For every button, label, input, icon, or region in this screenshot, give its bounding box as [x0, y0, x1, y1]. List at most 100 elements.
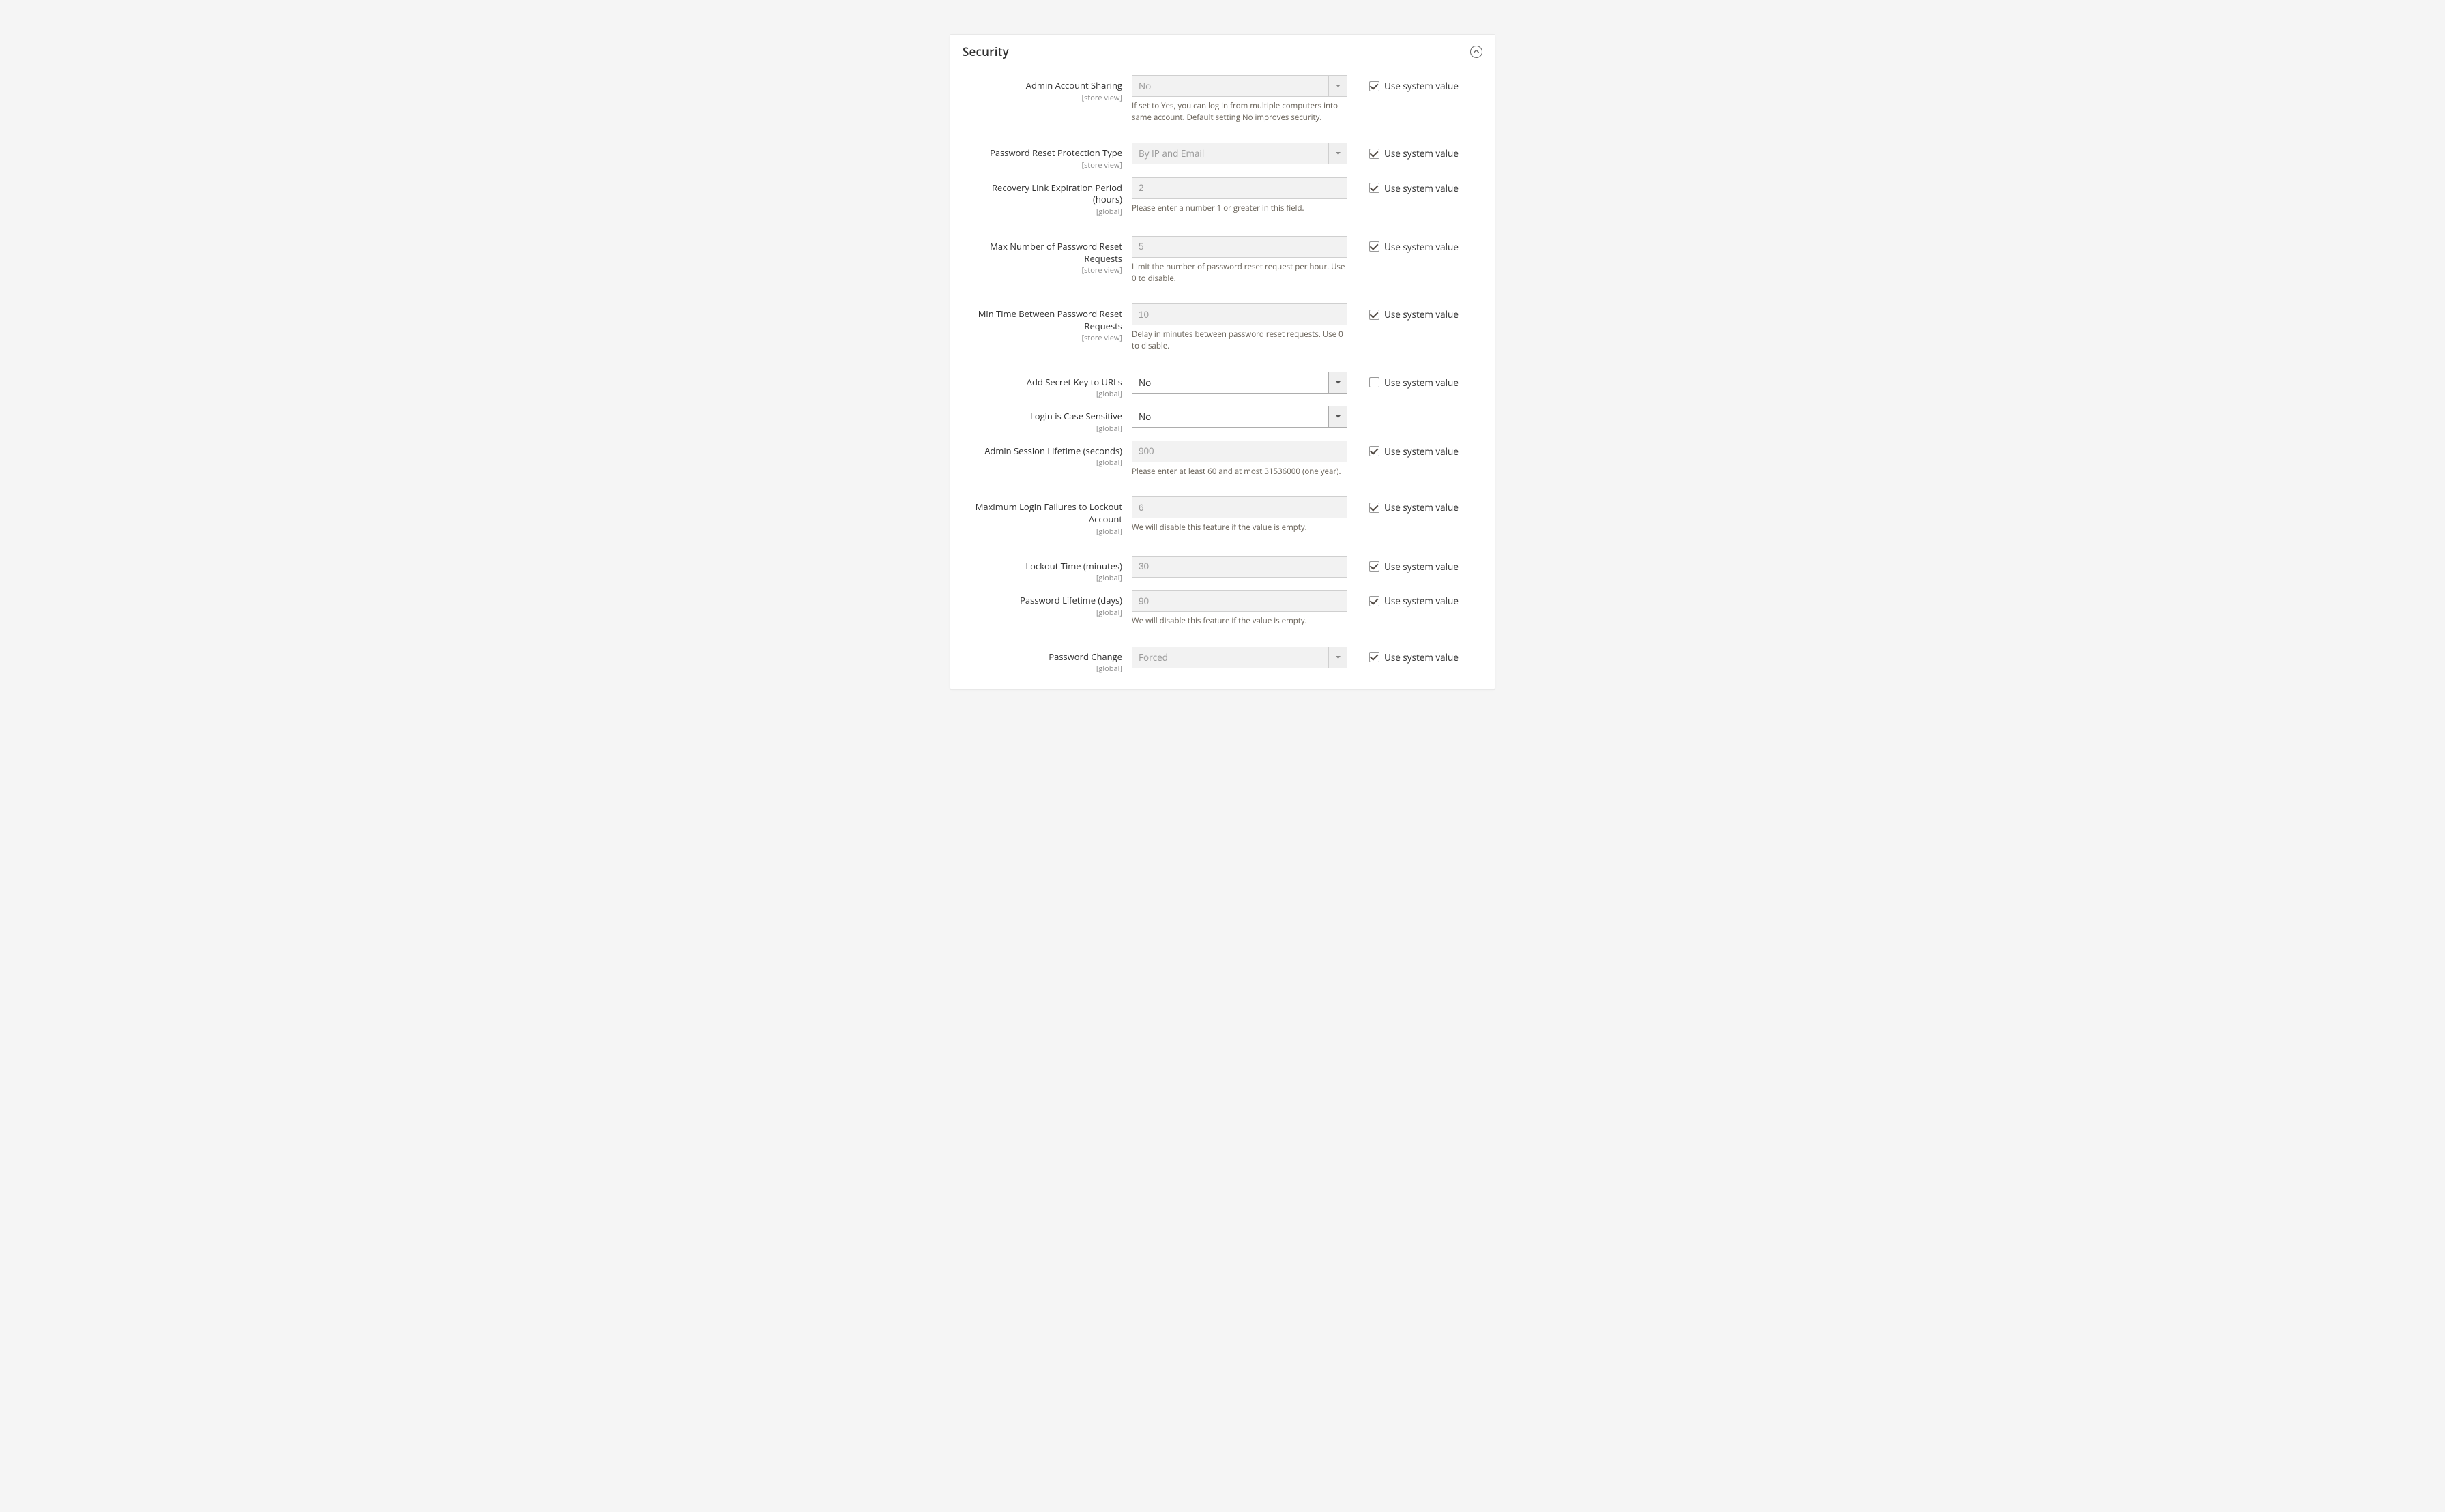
- field-label: Login is Case Sensitive: [963, 411, 1122, 423]
- use-system-label: Use system value: [1384, 241, 1459, 253]
- select-arrow[interactable]: [1328, 372, 1347, 394]
- field-label-col: Admin Account Sharing [store view]: [963, 75, 1132, 103]
- field-label: Admin Session Lifetime (seconds): [963, 445, 1122, 458]
- use-system-checkbox[interactable]: [1369, 81, 1379, 91]
- min-time-between-reset-input: [1132, 303, 1347, 325]
- field-scope: [store view]: [963, 160, 1122, 171]
- field-max-login-failures: Maximum Login Failures to Lockout Accoun…: [963, 496, 1482, 536]
- password-reset-protection-select: By IP and Email: [1132, 143, 1347, 164]
- use-system-col: Use system value: [1347, 177, 1459, 194]
- control-col: No: [1132, 406, 1347, 428]
- field-label-col: Admin Session Lifetime (seconds) [global…: [963, 441, 1132, 469]
- collapse-button[interactable]: [1470, 46, 1482, 58]
- security-panel: Security Admin Account Sharing [store vi…: [950, 34, 1495, 690]
- use-system-label: Use system value: [1384, 147, 1459, 160]
- field-scope: [global]: [963, 527, 1122, 537]
- use-system-col: Use system value: [1347, 75, 1459, 92]
- select-value: No: [1132, 406, 1328, 428]
- select-arrow: [1328, 75, 1347, 97]
- admin-account-sharing-select: No: [1132, 75, 1347, 97]
- use-system-checkbox[interactable]: [1369, 446, 1379, 456]
- chevron-up-icon: [1474, 50, 1479, 53]
- field-label-col: Max Number of Password Reset Requests [s…: [963, 236, 1132, 276]
- use-system-checkbox[interactable]: [1369, 310, 1379, 320]
- field-scope: [global]: [963, 573, 1122, 583]
- control-col: Limit the number of password reset reque…: [1132, 236, 1347, 284]
- field-note: We will disable this feature if the valu…: [1132, 522, 1347, 534]
- control-col: [1132, 556, 1347, 578]
- control-col: We will disable this feature if the valu…: [1132, 590, 1347, 627]
- session-lifetime-input: [1132, 441, 1347, 462]
- field-password-reset-protection-type: Password Reset Protection Type [store vi…: [963, 143, 1482, 171]
- field-label: Password Change: [963, 651, 1122, 664]
- use-system-col: Use system value: [1347, 647, 1459, 664]
- use-system-checkbox[interactable]: [1369, 503, 1379, 513]
- field-label-col: Add Secret Key to URLs [global]: [963, 372, 1132, 400]
- panel-body: Admin Account Sharing [store view] No If…: [950, 68, 1495, 689]
- field-min-time-between-reset: Min Time Between Password Reset Requests…: [963, 303, 1482, 352]
- add-secret-key-select[interactable]: No: [1132, 372, 1347, 394]
- field-lockout-time: Lockout Time (minutes) [global] Use syst…: [963, 556, 1482, 584]
- recovery-link-expiration-input-wrap: [1132, 177, 1347, 199]
- lockout-time-input-wrap: [1132, 556, 1347, 578]
- field-note: Delay in minutes between password reset …: [1132, 329, 1347, 352]
- use-system-col: Use system value: [1347, 372, 1459, 389]
- max-reset-requests-input: [1132, 236, 1347, 258]
- select-arrow[interactable]: [1328, 406, 1347, 428]
- field-label: Recovery Link Expiration Period (hours): [963, 182, 1122, 206]
- use-system-col: Use system value: [1347, 143, 1459, 160]
- session-lifetime-input-wrap: [1132, 441, 1347, 462]
- field-login-case-sensitive: Login is Case Sensitive [global] No: [963, 406, 1482, 434]
- field-label-col: Password Change [global]: [963, 647, 1132, 675]
- caret-down-icon: [1336, 85, 1341, 87]
- panel-header: Security: [950, 35, 1495, 68]
- use-system-checkbox[interactable]: [1369, 149, 1379, 159]
- use-system-checkbox[interactable]: [1369, 241, 1379, 252]
- use-system-label: Use system value: [1384, 182, 1459, 194]
- field-label-col: Recovery Link Expiration Period (hours) …: [963, 177, 1132, 217]
- lockout-time-input: [1132, 556, 1347, 578]
- control-col: No If set to Yes, you can log in from mu…: [1132, 75, 1347, 123]
- use-system-checkbox[interactable]: [1369, 561, 1379, 572]
- control-col: Please enter a number 1 or greater in th…: [1132, 177, 1347, 215]
- login-case-sensitive-select[interactable]: No: [1132, 406, 1347, 428]
- field-label-col: Min Time Between Password Reset Requests…: [963, 303, 1132, 343]
- control-col: Forced: [1132, 647, 1347, 668]
- field-label: Password Reset Protection Type: [963, 147, 1122, 160]
- use-system-label: Use system value: [1384, 651, 1459, 664]
- use-system-label: Use system value: [1384, 595, 1459, 607]
- password-change-select: Forced: [1132, 647, 1347, 668]
- select-value: No: [1132, 372, 1328, 394]
- use-system-label: Use system value: [1384, 501, 1459, 514]
- field-recovery-link-expiration: Recovery Link Expiration Period (hours) …: [963, 177, 1482, 217]
- use-system-col: Use system value: [1347, 590, 1459, 607]
- field-note: Please enter at least 60 and at most 315…: [1132, 466, 1347, 478]
- panel-title: Security: [963, 44, 1009, 59]
- field-label: Lockout Time (minutes): [963, 561, 1122, 573]
- use-system-col: Use system value: [1347, 556, 1459, 573]
- use-system-col: Use system value: [1347, 496, 1459, 514]
- field-label-col: Maximum Login Failures to Lockout Accoun…: [963, 496, 1132, 536]
- field-label-col: Login is Case Sensitive [global]: [963, 406, 1132, 434]
- control-col: We will disable this feature if the valu…: [1132, 496, 1347, 534]
- caret-down-icon: [1336, 381, 1341, 384]
- field-session-lifetime: Admin Session Lifetime (seconds) [global…: [963, 441, 1482, 478]
- field-scope: [global]: [963, 389, 1122, 399]
- max-reset-requests-input-wrap: [1132, 236, 1347, 258]
- password-lifetime-input: [1132, 590, 1347, 612]
- use-system-checkbox[interactable]: [1369, 652, 1379, 662]
- field-note: Limit the number of password reset reque…: [1132, 262, 1347, 284]
- field-scope: [store view]: [963, 333, 1122, 343]
- use-system-checkbox[interactable]: [1369, 596, 1379, 606]
- field-label: Password Lifetime (days): [963, 595, 1122, 607]
- select-value: By IP and Email: [1132, 143, 1328, 164]
- use-system-label: Use system value: [1384, 376, 1459, 389]
- field-label: Admin Account Sharing: [963, 80, 1122, 92]
- password-lifetime-input-wrap: [1132, 590, 1347, 612]
- select-value: No: [1132, 75, 1328, 97]
- use-system-checkbox[interactable]: [1369, 183, 1379, 193]
- use-system-checkbox[interactable]: [1369, 377, 1379, 387]
- field-label-col: Password Lifetime (days) [global]: [963, 590, 1132, 618]
- field-scope: [global]: [963, 458, 1122, 468]
- max-login-failures-input: [1132, 496, 1347, 518]
